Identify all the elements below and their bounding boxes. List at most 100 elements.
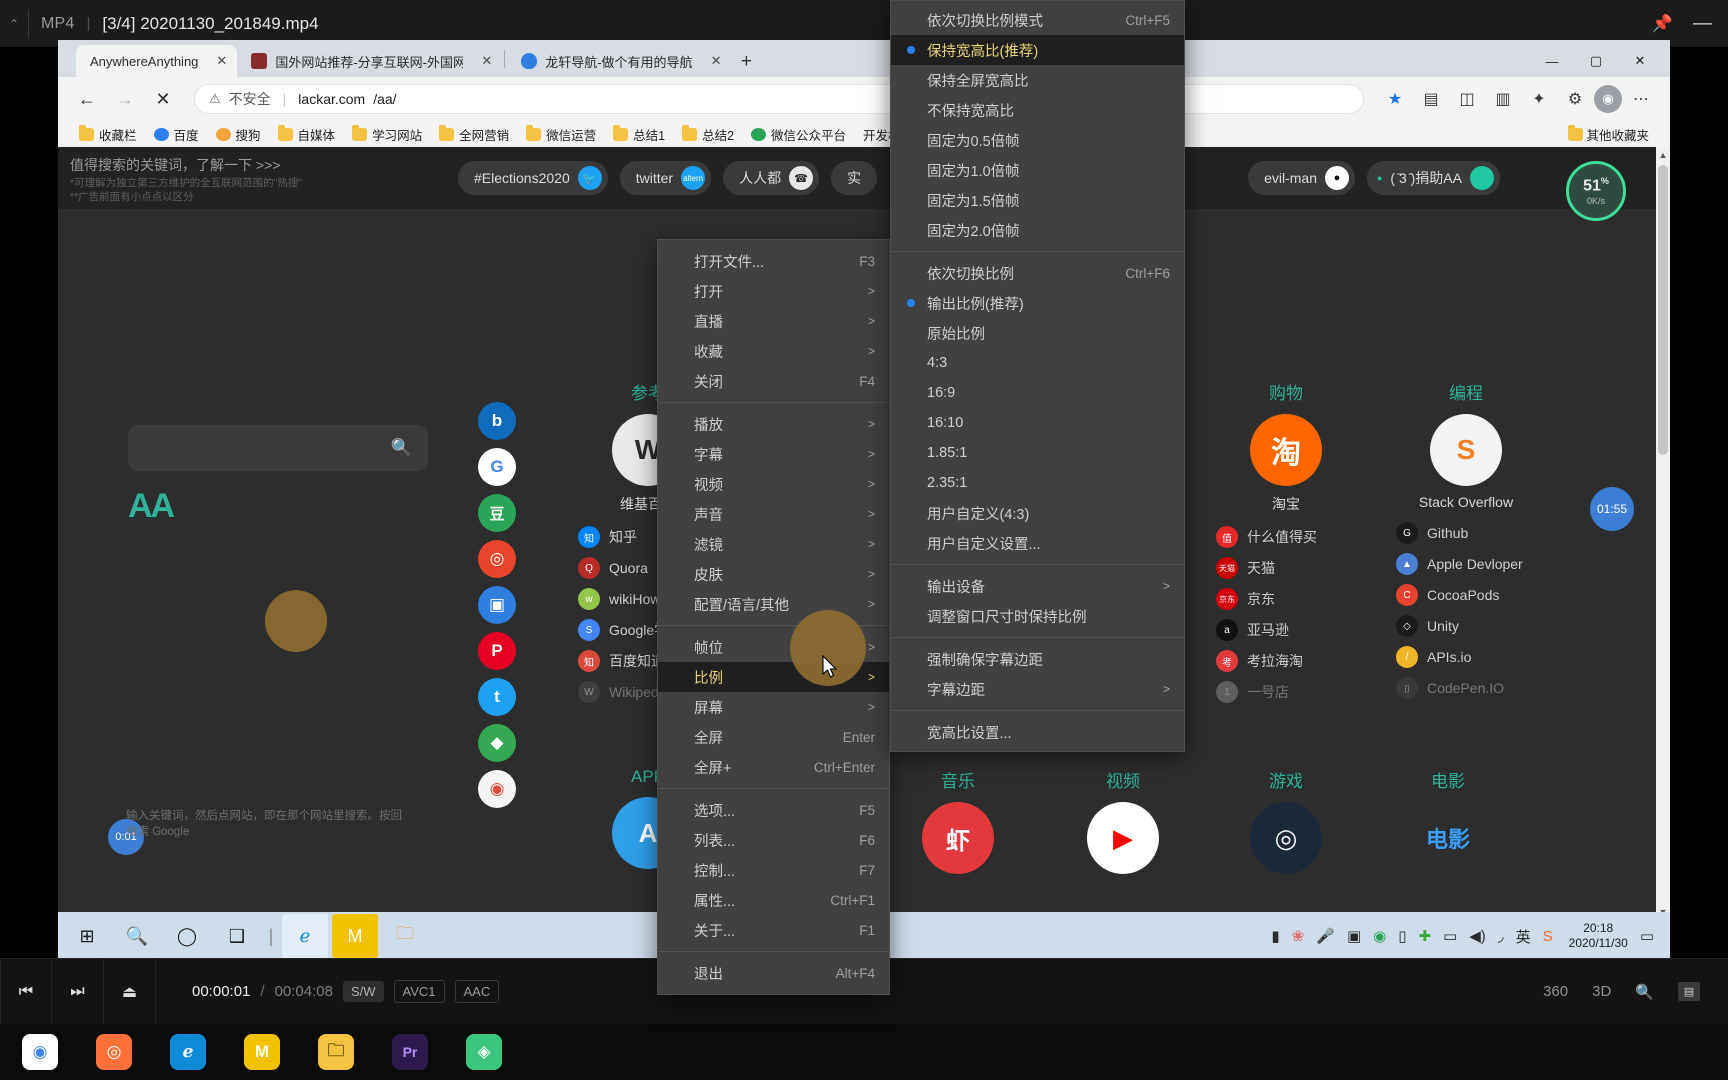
submenu-item-fixed-10x[interactable]: 固定为1.0倍帧: [891, 155, 1184, 185]
3d-icon[interactable]: 3D: [1592, 983, 1611, 1000]
submenu-item-cycle-ratio-mode[interactable]: 依次切换比例模式 Ctrl+F5: [891, 5, 1184, 35]
usb-safe-icon[interactable]: ▮: [1271, 927, 1279, 945]
site-link[interactable]: 1 一号店: [1216, 681, 1289, 703]
bookmark-item-9[interactable]: 微信公众平台: [744, 123, 853, 146]
menu-item-subtitle[interactable]: 字幕 >: [658, 439, 889, 469]
bookmarks-overflow[interactable]: 其他收藏夹: [1561, 123, 1656, 146]
site-link[interactable]: 考考拉海淘: [1216, 650, 1303, 672]
menu-item-filter[interactable]: 滤镜 >: [658, 529, 889, 559]
window-maximize-button[interactable]: ▢: [1574, 46, 1618, 76]
submenu-item-keep-fullscreen-aspect[interactable]: 保持全屏宽高比: [891, 65, 1184, 95]
usb-eject-icon[interactable]: ▯: [1398, 927, 1406, 945]
settings-more-icon[interactable]: ⋯: [1624, 82, 1658, 116]
search-input[interactable]: 🔍: [128, 425, 428, 471]
page-scrollbar[interactable]: ▲ ▼: [1656, 147, 1670, 920]
movie-icon[interactable]: 电影: [1412, 802, 1484, 874]
submenu-item-aspect-ratio-settings[interactable]: 宽高比设置...: [891, 717, 1184, 747]
taskbar-file-explorer-icon[interactable]: 🗀: [382, 914, 428, 958]
trending-pill-0[interactable]: #Elections2020 🐦: [458, 161, 608, 195]
battery-icon[interactable]: ▭: [1443, 927, 1457, 945]
site-link[interactable]: 京东 京东: [1216, 588, 1275, 610]
search-icon[interactable]: 🔍: [114, 914, 160, 958]
dock-firefox-icon[interactable]: ◎: [96, 1034, 132, 1070]
submenu-item-fixed-15x[interactable]: 固定为1.5倍帧: [891, 185, 1184, 215]
menu-item-fullscreen[interactable]: 全屏 Enter: [658, 722, 889, 752]
douban-icon[interactable]: 豆: [478, 494, 516, 532]
green-shield-icon[interactable]: ✚: [1419, 927, 1432, 945]
submenu-item-custom-ratio[interactable]: 用户自定义(4:3): [891, 498, 1184, 528]
dock-potplayer-icon[interactable]: M: [244, 1034, 280, 1070]
dock-chrome-icon[interactable]: ◉: [22, 1034, 58, 1070]
360-icon[interactable]: ❀: [1292, 927, 1305, 945]
extension-icon[interactable]: ▥: [1486, 82, 1520, 116]
playlist-search-icon[interactable]: 🔍: [1635, 983, 1654, 1001]
submenu-item-ratio-16-9[interactable]: 16:9: [891, 378, 1184, 408]
dock-file-explorer-icon[interactable]: 🗀: [318, 1034, 354, 1070]
pin-icon[interactable]: 📌: [1652, 14, 1673, 34]
site-link[interactable]: 知知乎: [578, 526, 637, 548]
bookmark-item-0[interactable]: 收藏栏: [72, 123, 144, 146]
sogou-icon[interactable]: S: [1543, 928, 1553, 945]
site-link[interactable]: / APIs.io: [1396, 646, 1471, 668]
menu-item-control[interactable]: 控制... F7: [658, 855, 889, 885]
site-link[interactable]: ▲ Apple Devloper: [1396, 553, 1523, 575]
submenu-item-custom-settings[interactable]: 用户自定义设置...: [891, 528, 1184, 558]
wechat-icon[interactable]: ◉: [1373, 927, 1386, 945]
menu-item-fullscreen-plus[interactable]: 全屏+ Ctrl+Enter: [658, 752, 889, 782]
close-icon[interactable]: ✕: [471, 53, 492, 69]
netease-icon[interactable]: ◎: [478, 540, 516, 578]
microphone-icon[interactable]: 🎤: [1316, 927, 1335, 945]
scroll-up-arrow-icon[interactable]: ▲: [1656, 147, 1670, 163]
dock-edge-icon[interactable]: ℯ: [170, 1034, 206, 1070]
dock-premiere-icon[interactable]: Pr: [392, 1034, 428, 1070]
minimize-icon[interactable]: —: [1693, 13, 1712, 35]
taobao-icon[interactable]: 淘: [1250, 414, 1322, 486]
trending-pill-1[interactable]: twitter altern: [619, 161, 712, 195]
start-button[interactable]: ⊞: [64, 914, 110, 958]
menu-item-open[interactable]: 打开 >: [658, 276, 889, 306]
menu-item-play[interactable]: 播放 >: [658, 409, 889, 439]
site-link[interactable]: S Google学: [578, 619, 668, 641]
photo-icon[interactable]: ▣: [478, 586, 516, 624]
menu-item-options[interactable]: 选项... F5: [658, 795, 889, 825]
previous-track-icon[interactable]: ⏮: [0, 958, 52, 1025]
menu-item-properties[interactable]: 属性... Ctrl+F1: [658, 885, 889, 915]
bookmark-item-4[interactable]: 学习网站: [345, 123, 429, 146]
submenu-item-output-ratio[interactable]: 输出比例(推荐): [891, 288, 1184, 318]
taskbar-potplayer-icon[interactable]: M: [332, 914, 378, 958]
submenu-item-fixed-05x[interactable]: 固定为0.5倍帧: [891, 125, 1184, 155]
bing-icon[interactable]: b: [478, 402, 516, 440]
submenu-item-ratio-235-1[interactable]: 2.35:1: [891, 468, 1184, 498]
menu-item-skin[interactable]: 皮肤 >: [658, 559, 889, 589]
trending-pill-3[interactable]: 实: [831, 161, 878, 195]
maps-icon[interactable]: ◆: [478, 724, 516, 762]
collections-icon[interactable]: ▤: [1414, 82, 1448, 116]
browser-tab-1[interactable]: 国外网站推荐-分享互联网-外国网 ✕: [237, 45, 503, 77]
taskbar-clock[interactable]: 20:18 2020/11/30: [1569, 921, 1628, 951]
xiami-music-icon[interactable]: 虾: [922, 802, 994, 874]
submenu-item-fixed-20x[interactable]: 固定为2.0倍帧: [891, 215, 1184, 245]
submenu-item-ratio-16-10[interactable]: 16:10: [891, 408, 1184, 438]
stackoverflow-icon[interactable]: S: [1430, 414, 1502, 486]
submenu-item-ratio-185-1[interactable]: 1.85:1: [891, 438, 1184, 468]
pinterest-icon[interactable]: P: [478, 632, 516, 670]
window-minimize-button[interactable]: —: [1530, 46, 1574, 76]
site-link[interactable]: ◇ Unity: [1396, 615, 1459, 637]
browser-essentials-icon[interactable]: ⚙: [1558, 82, 1592, 116]
back-arrow-icon[interactable]: ←: [70, 82, 104, 116]
menu-item-close[interactable]: 关闭 F4: [658, 366, 889, 396]
bookmark-item-8[interactable]: 总结2: [675, 123, 741, 146]
image-search-icon[interactable]: ◉: [478, 770, 516, 808]
submenu-item-no-keep-aspect[interactable]: 不保持宽高比: [891, 95, 1184, 125]
menu-item-config-language-other[interactable]: 配置/语言/其他 >: [658, 589, 889, 619]
site-link[interactable]: C CocoaPods: [1396, 584, 1499, 606]
menu-item-open-file[interactable]: 打开文件... F3: [658, 246, 889, 276]
submenu-item-subtitle-margin[interactable]: 字幕边距 >: [891, 674, 1184, 704]
menu-item-video[interactable]: 视频 >: [658, 469, 889, 499]
window-close-button[interactable]: ✕: [1618, 46, 1662, 76]
stop-x-icon[interactable]: ✕: [146, 82, 180, 116]
volume-icon[interactable]: ◀): [1469, 927, 1486, 945]
menu-item-exit[interactable]: 退出 Alt+F4: [658, 958, 889, 988]
site-link[interactable]: W Wikipedia: [578, 681, 670, 703]
bookmark-item-1[interactable]: 百度: [147, 123, 206, 146]
